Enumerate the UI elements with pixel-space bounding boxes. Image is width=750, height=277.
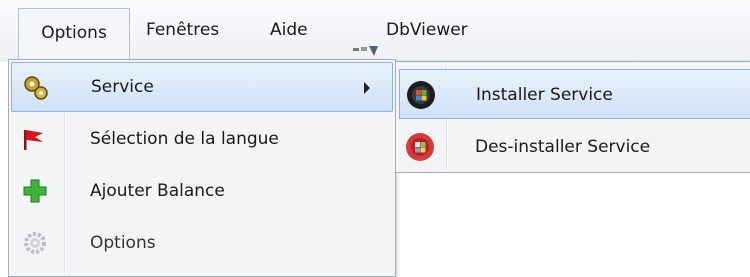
menubar-options[interactable]: Options [18, 8, 130, 60]
submenu-item-uninstall-service-label: Des-installer Service [475, 137, 651, 157]
gear-icon [21, 230, 49, 256]
menubar-aide[interactable]: Aide [266, 0, 312, 60]
menu-item-options-label: Options [90, 233, 156, 253]
install-service-icon [406, 80, 436, 110]
service-submenu: Installer Service Des-installer Service [395, 61, 750, 173]
submenu-item-uninstall-service[interactable]: Des-installer Service [399, 122, 750, 172]
green-plus-icon [21, 178, 49, 204]
menubar: Options Fenêtres Aide DbViewer [0, 0, 750, 61]
options-dropdown-menu: Service Sélection de la langue Ajouter B… [8, 59, 396, 277]
dbviewer-icon [352, 23, 380, 56]
menubar-fenetres[interactable]: Fenêtres [142, 0, 223, 60]
menu-item-service-label: Service [91, 77, 154, 97]
submenu-arrow-icon [364, 82, 370, 94]
menu-item-options[interactable]: Options [11, 218, 393, 268]
gears-icon [22, 75, 50, 101]
red-flag-icon [21, 126, 49, 152]
menu-item-add-balance[interactable]: Ajouter Balance [11, 166, 393, 216]
submenu-item-install-service-label: Installer Service [476, 85, 613, 105]
menubar-dbviewer-label: DbViewer [386, 20, 468, 40]
menu-item-add-balance-label: Ajouter Balance [90, 181, 225, 201]
uninstall-service-icon [405, 132, 435, 162]
menu-item-language-label: Sélection de la langue [90, 129, 279, 149]
menubar-dbviewer[interactable]: DbViewer [348, 0, 472, 60]
submenu-item-install-service[interactable]: Installer Service [399, 69, 750, 119]
menu-item-service[interactable]: Service [11, 62, 393, 112]
menu-item-language[interactable]: Sélection de la langue [11, 114, 393, 164]
